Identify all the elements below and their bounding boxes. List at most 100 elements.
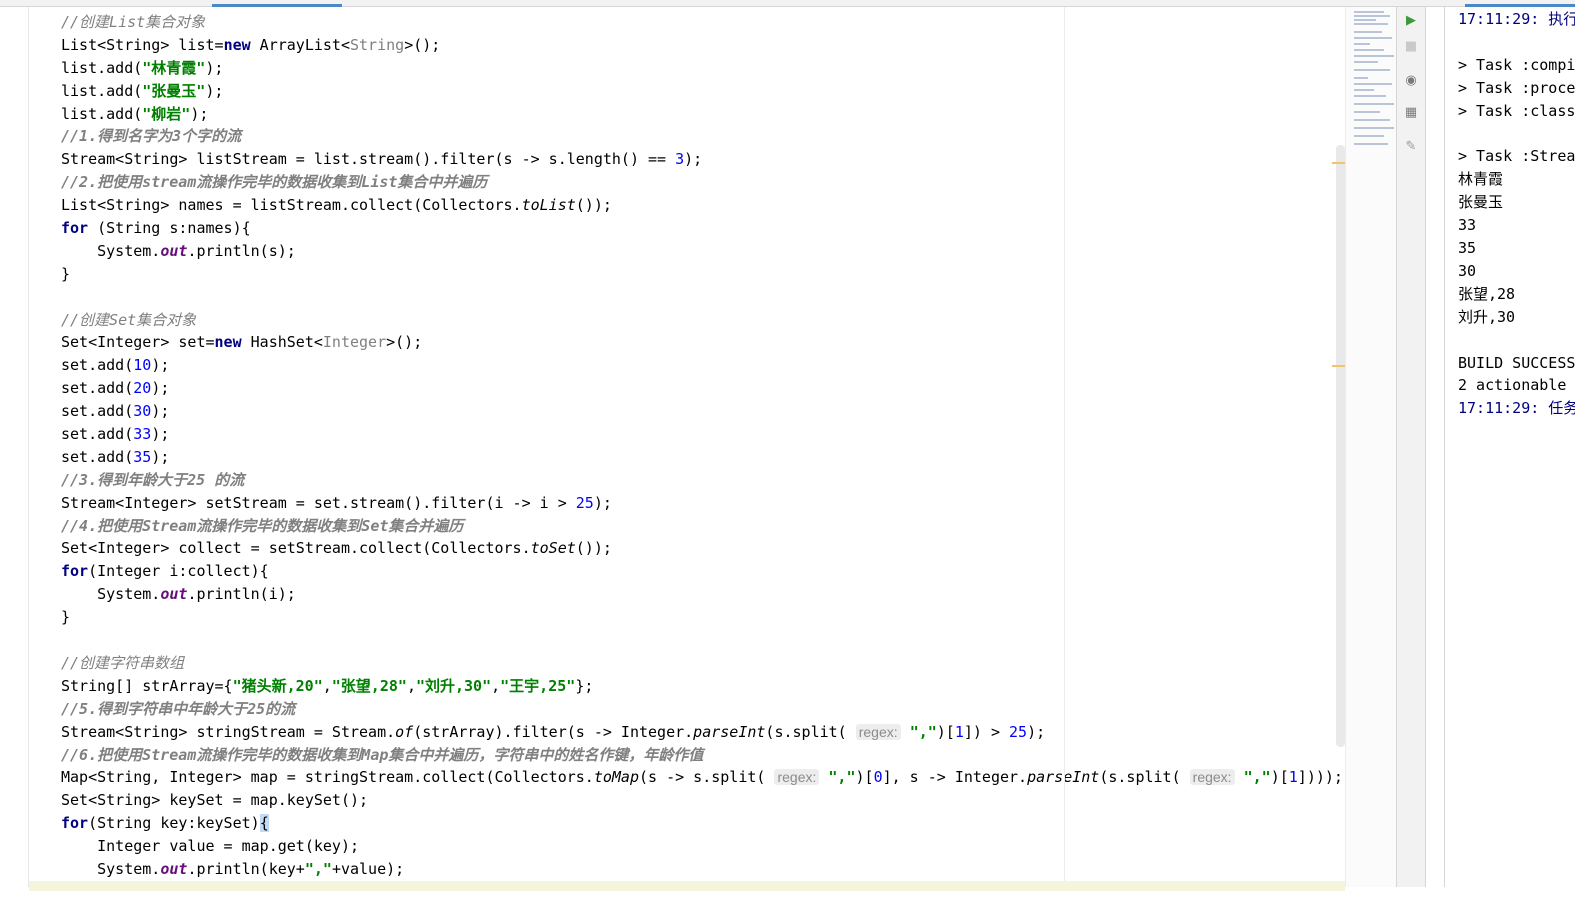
code-line[interactable]: Set<Integer> collect = setStream.collect…	[61, 537, 1343, 560]
code-line[interactable]: set.add(10);	[61, 354, 1343, 377]
code-line[interactable]: Map<String, Integer> map = stringStream.…	[61, 766, 1343, 789]
code-token: System.	[61, 241, 161, 260]
code-line[interactable]: System.out.println(i);	[61, 583, 1343, 606]
parameter-hint: regex:	[1189, 769, 1235, 786]
code-minimap[interactable]	[1345, 7, 1396, 887]
code-line[interactable]: //创建Set集合对象	[61, 309, 1343, 332]
code-token: set.add(	[61, 356, 134, 375]
code-token: (strArray).filter(s -> Integer.	[413, 722, 694, 741]
code-token: for	[61, 562, 89, 581]
code-token: set.add(	[61, 402, 134, 421]
code-line[interactable]	[61, 629, 1343, 652]
run-icon[interactable]: ▶	[1402, 11, 1420, 29]
code-line[interactable]: Set<Integer> set=new HashSet<Integer>();	[61, 331, 1343, 354]
code-line[interactable]: String[] strArray={"猪头新,20","张望,28","刘升,…	[61, 675, 1343, 698]
editor-scrollbar[interactable]	[1336, 145, 1345, 747]
pin-icon[interactable]: ✎	[1402, 137, 1420, 155]
code-token: //创建Set集合对象	[61, 310, 197, 329]
code-token: )[	[1270, 768, 1289, 787]
code-line[interactable]: }	[61, 606, 1343, 629]
code-line[interactable]: for(String key:keySet){	[61, 812, 1343, 835]
code-token: (s.split(	[1099, 768, 1190, 787]
code-token: 1	[1288, 768, 1298, 787]
code-token: )[	[936, 722, 955, 741]
warning-marker[interactable]	[1332, 365, 1346, 367]
code-token: .println(s);	[187, 241, 296, 260]
parameter-hint: regex:	[855, 723, 901, 740]
code-token: 35	[133, 447, 152, 466]
code-token: System.	[61, 585, 161, 604]
code-token: (Integer i:collect){	[88, 562, 269, 581]
code-token: ])));	[1297, 768, 1343, 787]
code-token: ());	[575, 539, 612, 558]
console-line: 30	[1458, 261, 1477, 280]
code-line[interactable]: //6.把使用Stream流操作完毕的数据收集到Map集合中并遍历，字符串中的姓…	[61, 744, 1343, 767]
console-line: 张望,28	[1458, 284, 1516, 303]
code-content[interactable]: //创建List集合对象 List<String> list=new ArrayL…	[61, 11, 1343, 881]
code-token: HashSet<	[241, 333, 323, 352]
code-line[interactable]: //1.得到名字为3个字的流	[61, 125, 1343, 148]
console-line: 33	[1458, 216, 1477, 235]
code-token: >();	[386, 333, 423, 352]
code-line[interactable]: List<String> list=new ArrayList<String>(…	[61, 34, 1343, 57]
code-token: for	[61, 814, 89, 833]
code-line[interactable]: list.add("林青霞");	[61, 57, 1343, 80]
code-line[interactable]: set.add(30);	[61, 400, 1343, 423]
code-line[interactable]: //4.把使用Stream流操作完毕的数据收集到Set集合并遍历	[61, 515, 1343, 538]
code-line[interactable]: set.add(33);	[61, 423, 1343, 446]
console-line: 17:11:29: 执行	[1458, 10, 1575, 28]
code-token: //5.得到字符串中年龄大于25的流	[61, 699, 296, 718]
code-token: //1.得到名字为3个字的流	[61, 127, 242, 146]
code-line[interactable]: set.add(35);	[61, 446, 1343, 469]
code-token: list.add(	[61, 58, 143, 77]
code-line[interactable]: }	[61, 263, 1343, 286]
code-line[interactable]: Set<String> keySet = map.keySet();	[61, 789, 1343, 812]
code-line[interactable]: //2.把使用stream流操作完毕的数据收集到List集合中并遍历	[61, 171, 1343, 194]
code-token: "林青霞"	[142, 58, 206, 77]
code-line[interactable]: for (String s:names){	[61, 217, 1343, 240]
code-token: 25	[575, 493, 594, 512]
code-line[interactable]: System.out.println(s);	[61, 240, 1343, 263]
code-editor[interactable]: //创建List集合对象 List<String> list=new ArrayL…	[29, 7, 1345, 887]
line-gutter[interactable]	[0, 7, 29, 887]
code-line[interactable]: for(Integer i:collect){	[61, 560, 1343, 583]
console-line: > Task :compi	[1458, 55, 1575, 74]
code-token: Stream<Integer> setStream = set.stream()…	[61, 493, 576, 512]
code-token: Set<Integer> collect = setStream.collect…	[61, 539, 531, 558]
code-line[interactable]	[61, 286, 1343, 309]
code-line[interactable]: List<String> names = listStream.collect(…	[61, 194, 1343, 217]
code-token: set.add(	[61, 447, 134, 466]
console-line: 17:11:29: 任务	[1458, 399, 1575, 418]
code-line[interactable]: Integer value = map.get(key);	[61, 835, 1343, 858]
code-line[interactable]: //创建List集合对象	[61, 11, 1343, 34]
console-line: > Task :class	[1458, 101, 1575, 120]
code-line[interactable]: set.add(20);	[61, 377, 1343, 400]
code-token: ]) >	[963, 722, 1010, 741]
code-token: );	[205, 81, 224, 100]
code-token: List<String> names = listStream.collect(…	[61, 196, 522, 215]
code-line[interactable]: //3.得到年龄大于25 的流	[61, 469, 1343, 492]
code-token: String[] strArray={	[61, 676, 233, 695]
code-line[interactable]: list.add("柳岩");	[61, 103, 1343, 126]
code-token: ","	[304, 859, 332, 878]
code-token: ], s -> Integer.	[882, 768, 1028, 787]
run-console-output[interactable]: 17:11:29: 执行 > Task :compi > Task :proce > …	[1444, 7, 1575, 887]
layout-icon[interactable]: ▦	[1402, 103, 1420, 121]
code-line[interactable]: System.out.println(key+","+value);	[61, 858, 1343, 881]
code-line[interactable]: Stream<Integer> setStream = set.stream()…	[61, 492, 1343, 515]
code-line[interactable]: list.add("张曼玉");	[61, 80, 1343, 103]
code-line[interactable]: Stream<String> stringStream = Stream.of(…	[61, 721, 1343, 744]
code-token: >();	[404, 35, 441, 54]
eye-icon[interactable]: ◉	[1402, 71, 1420, 89]
parameter-hint: regex:	[774, 769, 820, 786]
code-token: //3.得到年龄大于25 的流	[61, 470, 245, 489]
console-line: 35	[1458, 239, 1477, 257]
code-token: of	[395, 722, 414, 741]
warning-marker[interactable]	[1332, 162, 1346, 164]
code-token: );	[151, 356, 170, 375]
code-line[interactable]: Stream<String> listStream = list.stream(…	[61, 148, 1343, 171]
code-token: +value);	[331, 859, 405, 878]
stop-icon[interactable]: ■	[1402, 37, 1420, 55]
code-line[interactable]: //5.得到字符串中年龄大于25的流	[61, 698, 1343, 721]
code-line[interactable]: //创建字符串数组	[61, 652, 1343, 675]
